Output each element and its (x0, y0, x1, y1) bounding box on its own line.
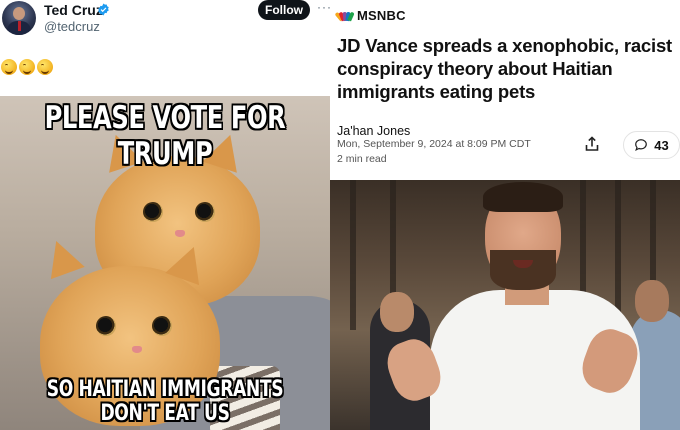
tweet-panel: Ted Cruz @tedcruz Follow ··· PLEASE VOTE… (0, 0, 330, 430)
laughing-emoji-icon (1, 59, 17, 75)
peacock-icon (334, 11, 355, 21)
outlet-name: MSNBC (357, 8, 406, 23)
follow-button[interactable]: Follow (258, 0, 310, 20)
msnbc-logo[interactable]: MSNBC (334, 8, 406, 23)
article-author[interactable]: Ja'han Jones (337, 124, 410, 138)
meme-bottom-caption: SO HAITIAN IMMIGRANTS DON'T EAT US (46, 377, 284, 426)
read-time: 2 min read (337, 153, 387, 165)
meme-image[interactable]: PLEASE VOTE FOR TRUMP SO HAITIAN IMMIGRA… (0, 96, 330, 430)
comment-count: 43 (654, 137, 669, 153)
laughing-emoji-icon (19, 59, 35, 75)
article-headline[interactable]: JD Vance spreads a xenophobic, racist co… (337, 34, 680, 103)
laughing-emoji-icon (37, 59, 53, 75)
more-options-icon[interactable]: ··· (317, 0, 330, 14)
tweet-text-emojis (1, 59, 53, 75)
share-icon[interactable] (584, 136, 600, 152)
avatar[interactable] (2, 1, 36, 35)
article-date: Mon, September 9, 2024 at 8:09 PM CDT (337, 138, 531, 150)
comments-button[interactable]: 43 (623, 131, 680, 159)
meme-top-caption: PLEASE VOTE FOR TRUMP (44, 100, 286, 172)
tweet-author-name[interactable]: Ted Cruz (44, 2, 103, 18)
article-photo[interactable] (330, 180, 680, 430)
tweet-handle[interactable]: @tedcruz (44, 19, 100, 34)
comment-bubble-icon (635, 139, 648, 151)
verified-badge-icon (98, 3, 109, 16)
article-panel: MSNBC JD Vance spreads a xenophobic, rac… (330, 0, 680, 430)
